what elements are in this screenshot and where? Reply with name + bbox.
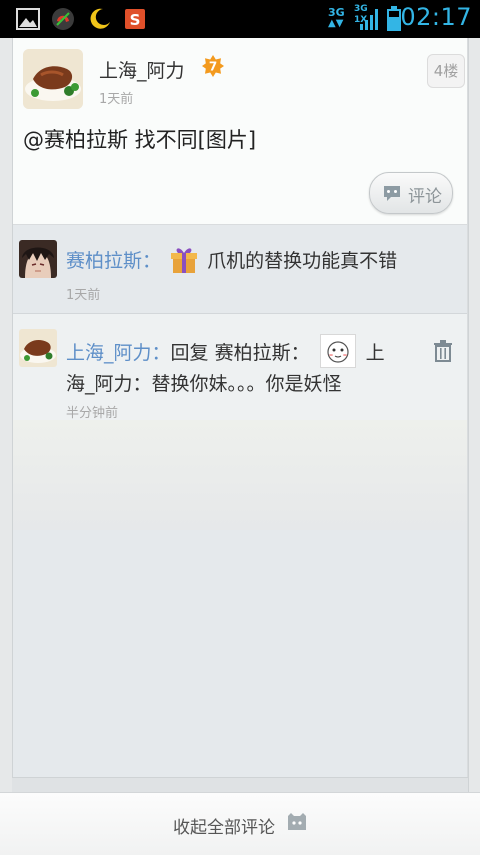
signal-icon xyxy=(360,9,378,30)
avatar[interactable] xyxy=(19,240,57,278)
food-photo-icon xyxy=(19,329,57,367)
left-rail xyxy=(0,38,13,792)
missed-call-icon xyxy=(52,8,74,30)
food-photo-icon xyxy=(23,49,83,109)
floor-number-badge: 4楼 xyxy=(427,54,465,88)
collapse-comments-bar[interactable]: 收起全部评论 xyxy=(0,792,480,855)
svg-text:S: S xyxy=(130,11,141,29)
list-bottom-edge xyxy=(12,777,468,793)
reply-username[interactable]: 上海_阿力 xyxy=(66,342,152,364)
trash-icon[interactable] xyxy=(433,340,453,362)
reply-message: 海_阿力：替换你妹。。。你是妖怪 xyxy=(66,373,342,395)
comment-button[interactable]: 评论 xyxy=(369,172,453,214)
avatar[interactable] xyxy=(23,49,83,109)
gift-icon xyxy=(171,248,198,273)
status-bar: S 3G ▲▼ 3G 1X 02:17 xyxy=(0,0,480,38)
level-badge: 7 xyxy=(202,55,224,77)
clock: 02:17 xyxy=(400,3,472,31)
reply-time: 1天前 xyxy=(66,288,101,303)
floor-content: @赛柏拉斯 找不同[图片] xyxy=(23,128,257,152)
floor-username[interactable]: 上海_阿力 xyxy=(99,56,185,83)
reply-message: 爪机的替换功能真不错 xyxy=(207,250,398,272)
reply-time: 半分钟前 xyxy=(66,406,119,421)
network-3g: 3G ▲▼ xyxy=(328,6,345,29)
list-item[interactable]: 上海_阿力：回复 赛柏拉斯： 上 海_阿力：替换你妹。。。你是妖怪 半分钟前 xyxy=(13,314,467,421)
cartoon-face-icon xyxy=(319,334,356,368)
svg-text:7: 7 xyxy=(209,60,217,74)
gallery-icon xyxy=(16,8,40,30)
floor-card: 上海_阿力 7 1天前 4楼 @赛柏拉斯 找不同[图片] 评论 xyxy=(13,38,467,224)
reply-username[interactable]: 赛柏拉斯 xyxy=(66,250,142,272)
reply-list: 赛柏拉斯： 爪机的替换功能真不错 1天前 上海_阿力：回复 赛柏拉斯： 上 海_… xyxy=(13,225,467,777)
collapse-comments-label[interactable]: 收起全部评论 xyxy=(173,813,275,838)
reply-text: 赛柏拉斯： 爪机的替换功能真不错 xyxy=(66,245,397,277)
comment-bubble-icon xyxy=(384,186,400,201)
list-item[interactable]: 赛柏拉斯： 爪机的替换功能真不错 1天前 xyxy=(13,225,467,314)
reply-prefix: 回复 赛柏拉斯： xyxy=(170,342,310,364)
avatar[interactable] xyxy=(19,329,57,367)
moon-icon xyxy=(90,8,110,29)
right-rail xyxy=(468,38,480,792)
comment-button-label: 评论 xyxy=(408,187,442,207)
s-app-icon: S xyxy=(125,9,145,29)
list-fade xyxy=(13,420,467,530)
collapse-comment-icon[interactable] xyxy=(286,812,308,834)
reply-text: 上海_阿力：回复 赛柏拉斯： 上 海_阿力：替换你妹。。。你是妖怪 xyxy=(66,334,411,400)
floor-time: 1天前 xyxy=(99,92,134,107)
anime-avatar-icon xyxy=(19,240,57,278)
